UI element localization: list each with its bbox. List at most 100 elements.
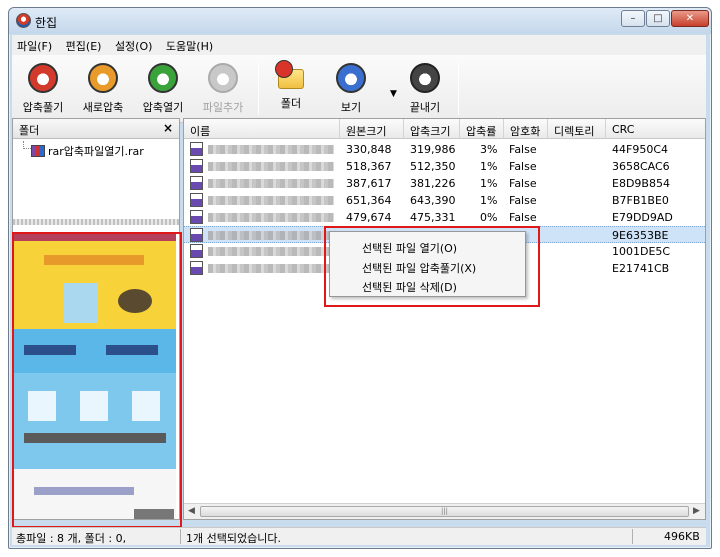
crc-cell: B7FB1BE0 — [612, 194, 669, 207]
original-size-cell: 330,848 — [346, 143, 392, 156]
open-archive-label: 압축열기 — [142, 101, 184, 114]
new-archive-button[interactable]: 새로압축 — [74, 63, 132, 119]
image-file-icon — [190, 261, 203, 275]
new-archive-label: 새로압축 — [82, 101, 124, 114]
close-button[interactable]: ✕ — [671, 10, 709, 27]
crc-cell: E21741CB — [612, 262, 670, 275]
image-file-icon — [190, 176, 203, 190]
compressed-size-cell: 643,390 — [410, 194, 456, 207]
original-size-cell: 518,367 — [346, 160, 392, 173]
folder-icon — [275, 60, 304, 89]
status-size: 496KB — [664, 530, 700, 543]
view-label: 보기 — [340, 101, 362, 114]
add-file-button[interactable]: 파일추가 — [194, 63, 252, 119]
image-file-icon — [190, 228, 203, 242]
column-header-encrypted[interactable]: 암호화 — [504, 119, 548, 139]
folder-panel-title: 폴더 — [19, 124, 40, 137]
file-row[interactable]: 651,364 643,390 1% False B7FB1BE0 — [184, 192, 705, 209]
original-size-cell: 651,364 — [346, 194, 392, 207]
window-title: 한집 — [35, 16, 58, 30]
title-bar[interactable]: 한집 – □ ✕ — [9, 8, 711, 34]
tree-item-archive[interactable]: rar압축파일열기.rar — [31, 143, 144, 159]
file-name-redacted — [208, 179, 334, 188]
file-name-redacted — [208, 196, 334, 205]
context-menu-highlight-box — [324, 226, 540, 307]
crc-cell: 1001DE5C — [612, 245, 671, 258]
status-divider — [632, 529, 633, 544]
folder-panel-header: 폴더 × — [13, 119, 179, 139]
new-archive-icon — [88, 63, 118, 93]
maximize-button[interactable]: □ — [646, 10, 670, 27]
panel-splitter[interactable] — [13, 219, 179, 225]
file-list: 이름 원본크기 압축크기 압축률 암호화 디렉토리 CRC 330,848 31… — [183, 118, 706, 520]
menu-bar: 파일(F) 편집(E) 설정(O) 도움말(H) — [12, 35, 706, 55]
ratio-cell: 1% — [480, 194, 498, 207]
compressed-size-cell: 475,331 — [410, 211, 456, 224]
toolbar-separator — [258, 63, 259, 115]
scroll-right-icon[interactable]: ▶ — [693, 506, 700, 516]
crc-cell: 9E6353BE — [612, 229, 669, 242]
column-header-name[interactable]: 이름 — [184, 119, 340, 139]
file-name-redacted — [208, 145, 334, 154]
compressed-size-cell: 512,350 — [410, 160, 456, 173]
menu-help[interactable]: 도움말(H) — [161, 35, 218, 55]
exit-button[interactable]: 끝내기 — [396, 63, 454, 119]
scroll-thumb[interactable]: ||| — [200, 506, 689, 517]
encrypted-cell: False — [509, 177, 537, 190]
status-bar: 총파일 : 8 개, 폴더 : 0, 1개 선택되었습니다. 496KB — [12, 527, 706, 545]
crc-cell: 3658CAC6 — [612, 160, 670, 173]
encrypted-cell: False — [509, 143, 537, 156]
encrypted-cell: False — [509, 160, 537, 173]
image-file-icon — [190, 142, 203, 156]
app-logo-icon — [16, 13, 31, 28]
file-name-redacted — [208, 213, 334, 222]
file-row[interactable]: 479,674 475,331 0% False E79DD9AD — [184, 209, 705, 226]
original-size-cell: 479,674 — [346, 211, 392, 224]
column-header-compressed-size[interactable]: 압축크기 — [404, 119, 460, 139]
crc-cell: 44F950C4 — [612, 143, 668, 156]
minimize-button[interactable]: – — [621, 10, 645, 27]
column-header-directory[interactable]: 디렉토리 — [548, 119, 606, 139]
extract-button[interactable]: 압축풀기 — [14, 63, 72, 119]
column-header-original-size[interactable]: 원본크기 — [340, 119, 404, 139]
status-totals: 총파일 : 8 개, 폴더 : 0, — [16, 532, 127, 545]
panel-close-icon[interactable]: × — [163, 121, 173, 135]
horizontal-scrollbar[interactable]: ◀ ||| ▶ — [184, 503, 705, 519]
scroll-left-icon[interactable]: ◀ — [188, 506, 195, 516]
ratio-cell: 3% — [480, 143, 498, 156]
open-archive-button[interactable]: 압축열기 — [134, 63, 192, 119]
menu-edit[interactable]: 편집(E) — [61, 35, 107, 55]
file-name-redacted — [208, 162, 334, 171]
image-file-icon — [190, 210, 203, 224]
extract-icon — [28, 63, 58, 93]
file-row[interactable]: 387,617 381,226 1% False E8D9B854 — [184, 175, 705, 192]
image-file-icon — [190, 193, 203, 207]
status-selection: 1개 선택되었습니다. — [186, 532, 281, 545]
ratio-cell: 1% — [480, 160, 498, 173]
column-header-crc[interactable]: CRC — [606, 119, 705, 139]
tree-item-label: rar압축파일열기.rar — [48, 145, 144, 158]
encrypted-cell: False — [509, 194, 537, 207]
toolbar-separator — [458, 63, 459, 115]
image-file-icon — [190, 244, 203, 258]
original-size-cell: 387,617 — [346, 177, 392, 190]
crc-cell: E8D9B854 — [612, 177, 670, 190]
compressed-size-cell: 319,986 — [410, 143, 456, 156]
open-archive-icon — [148, 63, 178, 93]
add-file-label: 파일추가 — [202, 101, 244, 114]
exit-icon — [410, 63, 440, 93]
menu-settings[interactable]: 설정(O) — [110, 35, 157, 55]
column-header-ratio[interactable]: 압축률 — [460, 119, 504, 139]
preview-highlight-box — [12, 232, 182, 528]
image-file-icon — [190, 159, 203, 173]
folder-button[interactable]: 폴더 — [262, 60, 320, 119]
ratio-cell: 1% — [480, 177, 498, 190]
file-name-redacted — [208, 231, 334, 240]
view-button[interactable]: 보기 — [322, 63, 380, 119]
menu-file[interactable]: 파일(F) — [12, 35, 57, 55]
rar-file-icon — [31, 145, 45, 157]
crc-cell: E79DD9AD — [612, 211, 673, 224]
file-row[interactable]: 518,367 512,350 1% False 3658CAC6 — [184, 158, 705, 175]
view-icon — [336, 63, 366, 93]
file-row[interactable]: 330,848 319,986 3% False 44F950C4 — [184, 141, 705, 158]
